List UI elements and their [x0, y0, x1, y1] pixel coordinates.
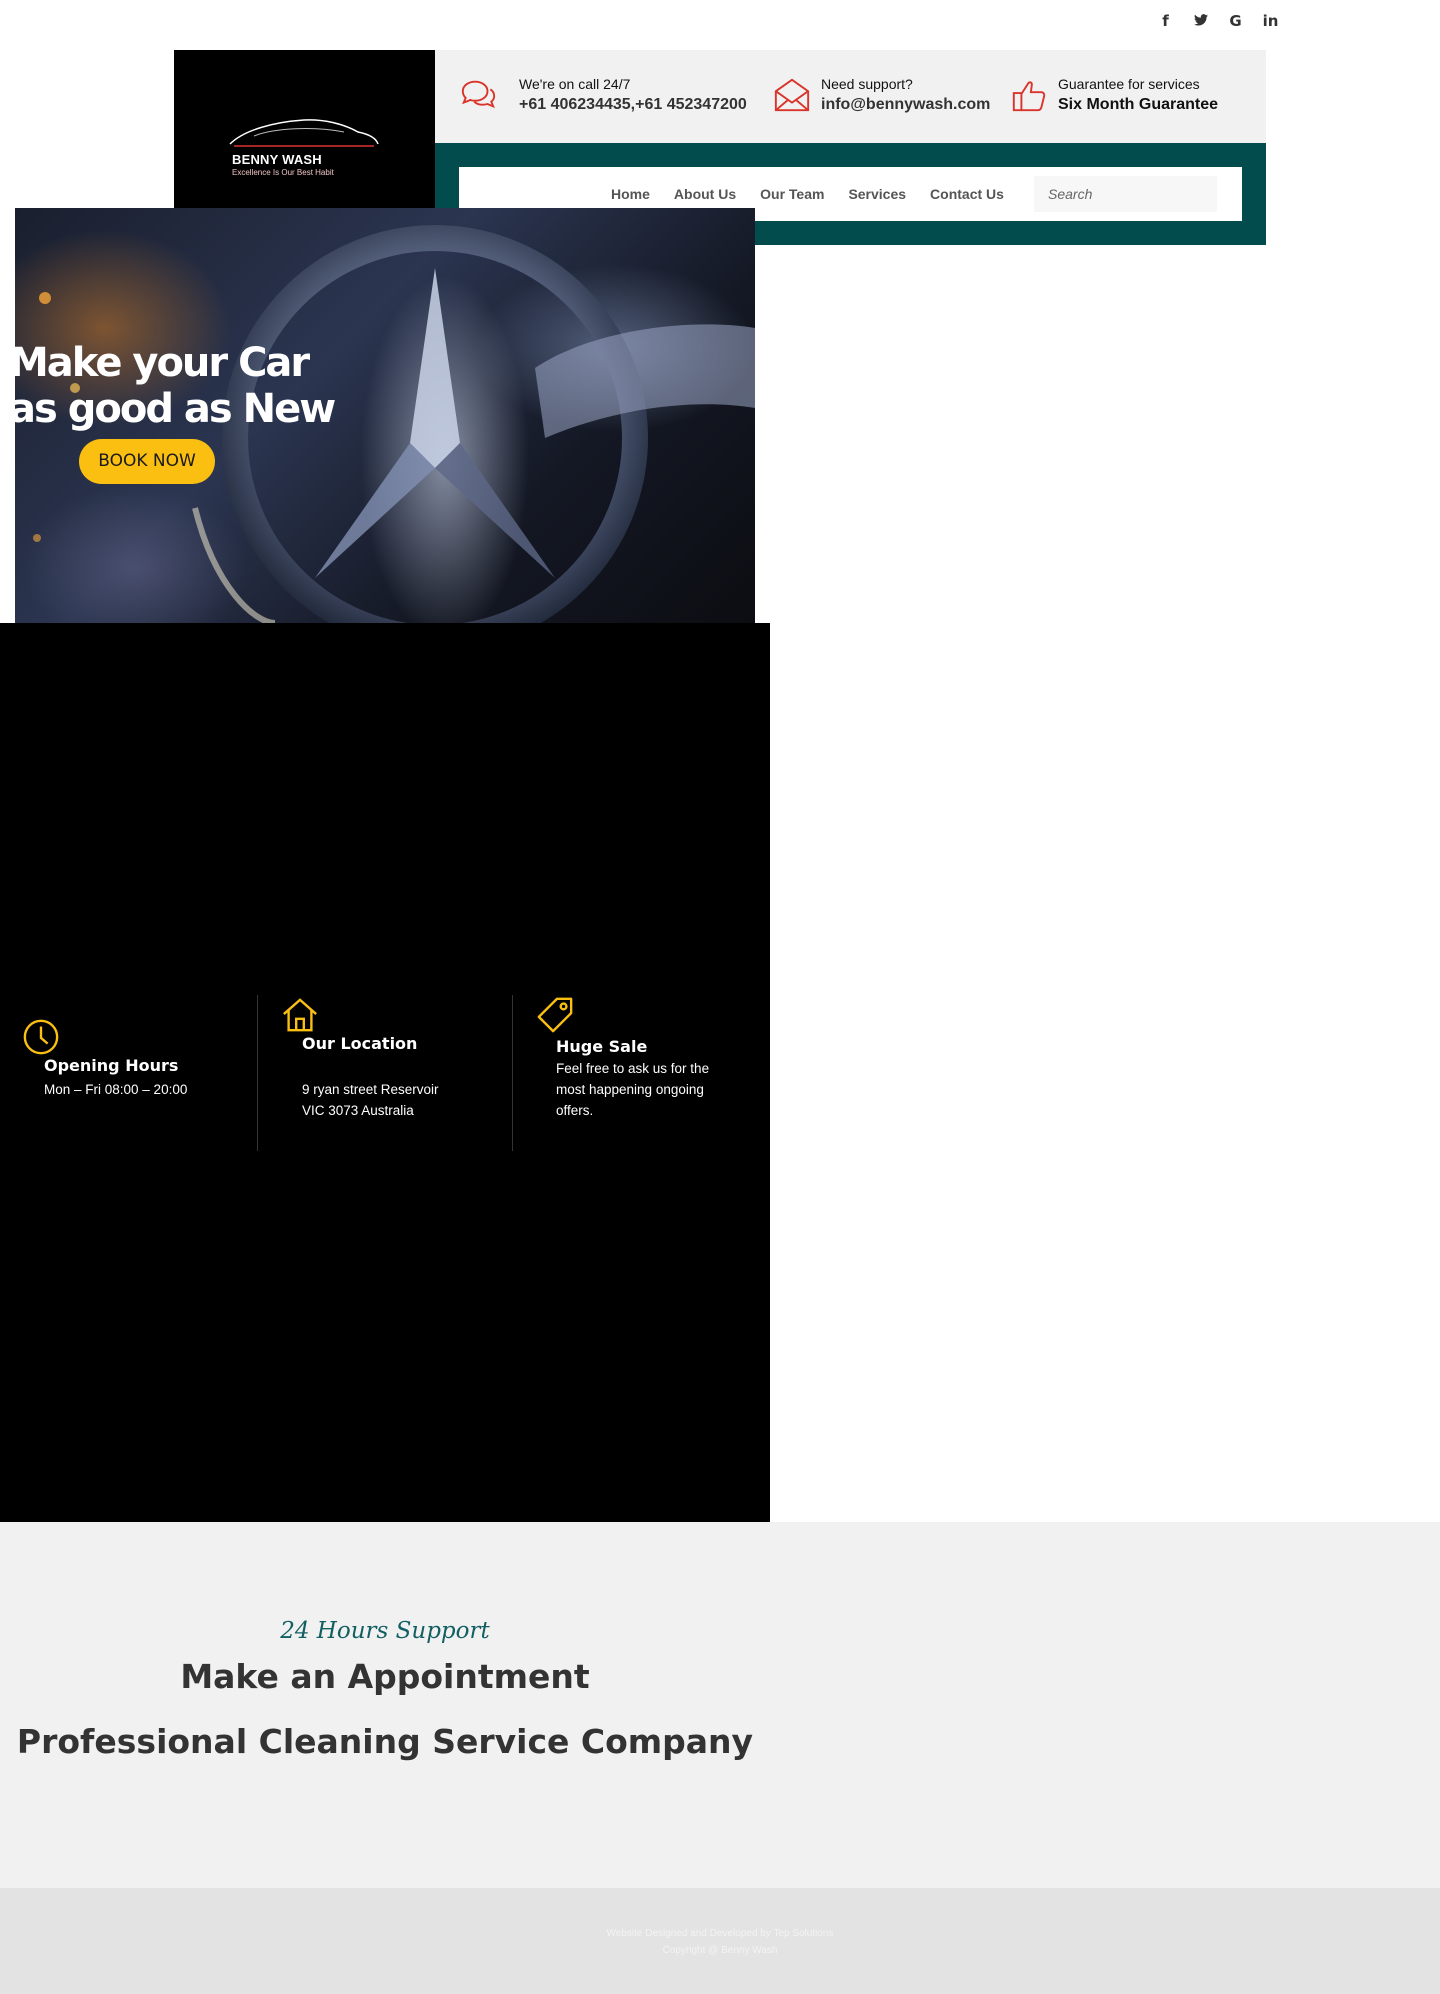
envelope-icon [774, 78, 810, 112]
clock-icon [23, 1019, 59, 1055]
footer-credit: Website Designed and Developed by Tep So… [606, 1928, 834, 1939]
appointment-heading-2: Professional Cleaning Service Company [16, 1722, 754, 1761]
info-support-label: Need support? [821, 76, 913, 92]
feature-title: Our Location [302, 1034, 418, 1053]
feature-title: Huge Sale [556, 1037, 648, 1056]
car-silhouette-icon [229, 119, 379, 147]
info-support-value[interactable]: info@bennywash.com [821, 96, 990, 114]
google-icon[interactable]: G [1218, 12, 1253, 30]
feature-desc: Feel free to ask us for the most happeni… [556, 1061, 710, 1118]
hero-title-line1: Make your Car [15, 340, 310, 386]
chat-bubbles-icon [461, 80, 496, 109]
search-input[interactable] [1034, 176, 1217, 212]
thumbs-up-icon [1012, 81, 1046, 112]
nav-home[interactable]: Home [611, 186, 650, 202]
nav-about-us[interactable]: About Us [674, 186, 736, 202]
tag-icon [537, 997, 573, 1033]
twitter-icon[interactable] [1183, 12, 1218, 30]
info-guarantee-label: Guarantee for services [1058, 76, 1200, 92]
hero-title-line2: as good as New [15, 386, 336, 432]
footer-copyright: Copyright @ Benny Wash [662, 1945, 778, 1956]
nav-our-team[interactable]: Our Team [760, 186, 824, 202]
facebook-icon[interactable]: f [1148, 12, 1183, 30]
footer: Website Designed and Developed by Tep So… [0, 1888, 1440, 1994]
book-now-button[interactable]: BOOK NOW [79, 439, 215, 484]
appointment-heading: Make an Appointment [180, 1657, 590, 1696]
linkedin-icon[interactable]: in [1253, 12, 1288, 30]
logo-tagline: Excellence Is Our Best Habit [232, 168, 334, 177]
features-section: Opening Hours Mon – Fri 08:00 – 20:00 Ou… [0, 623, 770, 1522]
feature-desc: Mon – Fri 08:00 – 20:00 [44, 1082, 188, 1097]
page: f G in BENNY WASH Excellence Is Our Best… [0, 0, 1440, 1994]
divider [512, 995, 513, 1151]
nav-services[interactable]: Services [848, 186, 906, 202]
logo-title: BENNY WASH [232, 152, 322, 167]
social-links: f G in [1148, 12, 1288, 30]
hero-banner: Make your Car as good as New BOOK NOW [15, 208, 755, 623]
info-call-label: We're on call 24/7 [519, 76, 631, 92]
hero-title: Make your Car as good as New [15, 340, 336, 432]
feature-title: Opening Hours [44, 1056, 179, 1075]
info-guarantee-value: Six Month Guarantee [1058, 96, 1219, 113]
contact-info-bar: We're on call 24/7 +61 406234435,+61 452… [435, 50, 1266, 143]
feature-desc: 9 ryan street Reservoir VIC 3073 Austral… [302, 1082, 439, 1118]
divider [257, 995, 258, 1151]
info-call-value[interactable]: +61 406234435,+61 452347200 [519, 96, 747, 114]
appointment-section: 24 Hours Support Make an Appointment Pro… [0, 1522, 1440, 1888]
nav-contact-us[interactable]: Contact Us [930, 186, 1004, 202]
appointment-subtitle: 24 Hours Support [280, 1618, 490, 1644]
house-icon [283, 998, 317, 1032]
